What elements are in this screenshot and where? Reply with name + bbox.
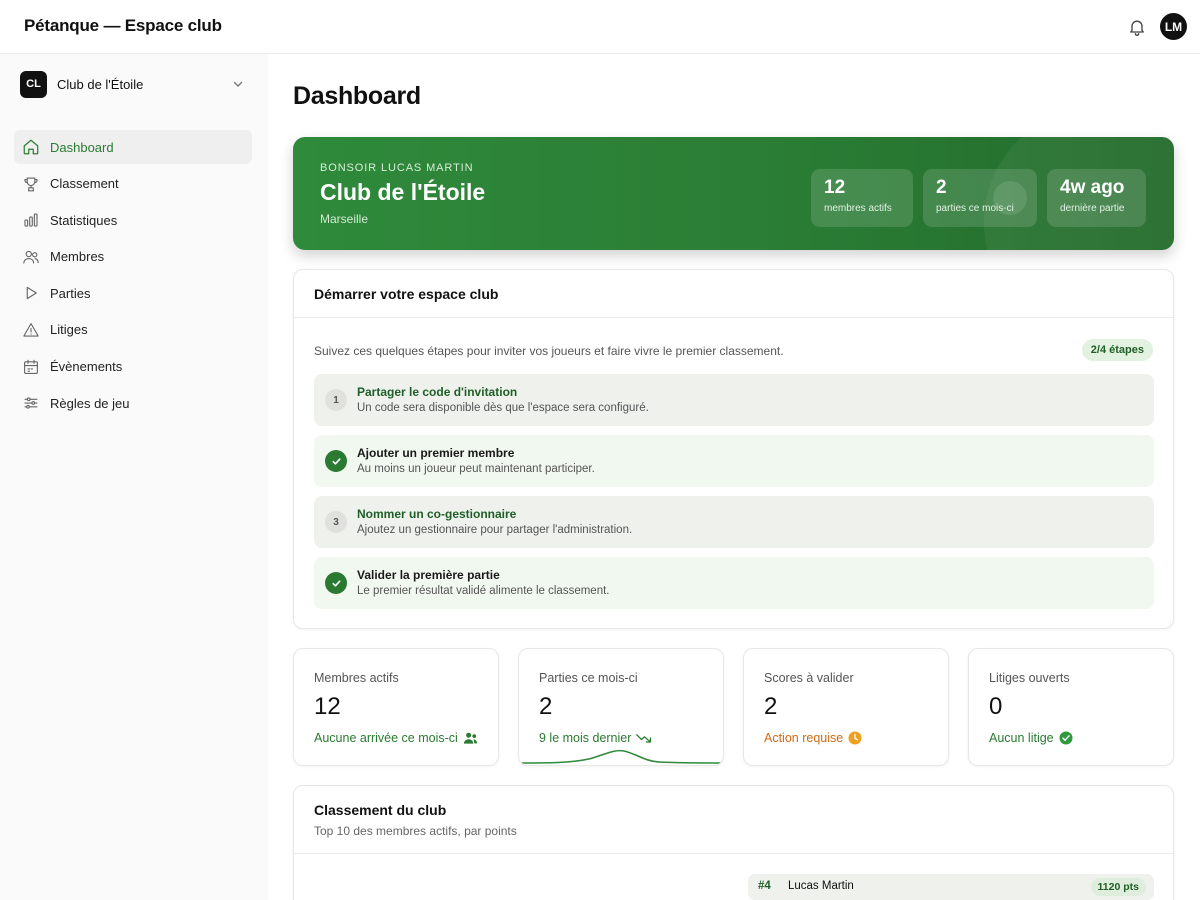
kpi-label: Parties ce mois-ci [539, 671, 638, 685]
games-sparkline [519, 749, 723, 764]
step-number: 1 [325, 389, 347, 411]
kpi-card-scores[interactable]: Scores à valider 2 Action requise [743, 648, 949, 766]
kpi-value: 12 [314, 693, 341, 720]
kpi-card-disputes[interactable]: Litiges ouverts 0 Aucun litige [968, 648, 1174, 766]
setup-step[interactable]: 1 Partager le code d'invitation Un code … [314, 374, 1154, 426]
sidebar-item-label: Statistiques [50, 212, 118, 228]
kpi-card-members[interactable]: Membres actifs 12 Aucune arrivée ce mois… [293, 648, 499, 766]
divider [294, 853, 1173, 854]
kpi-note: Aucun litige [989, 731, 1073, 745]
step-title: Nommer un co-gestionnaire [357, 507, 517, 521]
club-switcher[interactable]: CL Club de l'Étoile [20, 70, 250, 98]
setup-step[interactable]: Ajouter un premier membre Au moins un jo… [314, 435, 1154, 487]
ranking-title: Classement du club [314, 802, 447, 818]
chevron-down-icon [233, 81, 243, 87]
setup-intro: Suivez ces quelques étapes pour inviter … [314, 344, 784, 358]
top-bar: Pétanque — Espace club LM [0, 0, 1200, 54]
step-title: Valider la première partie [357, 568, 500, 582]
hero-city: Marseille [320, 212, 369, 226]
kpi-note-text: Aucun litige [989, 731, 1054, 745]
sidebar-item-label: Règles de jeu [50, 395, 130, 411]
ranking-subtitle: Top 10 des membres actifs, par points [314, 824, 517, 838]
hero-stat-last-game: 4w ago dernière partie [1047, 169, 1146, 227]
warning-icon [23, 323, 39, 337]
kpi-card-games[interactable]: Parties ce mois-ci 2 9 le mois dernier [518, 648, 724, 766]
bar-chart-icon [24, 213, 38, 227]
hero-stat-games: 2 parties ce mois-ci [923, 169, 1037, 227]
kpi-value: 2 [764, 693, 778, 720]
sidebar-item-membres[interactable]: Membres [14, 240, 252, 274]
setup-progress-badge: 2/4 étapes [1081, 339, 1153, 361]
sidebar-item-label: Classement [50, 176, 119, 192]
sidebar-item-classement[interactable]: Classement [14, 167, 252, 201]
sidebar-item-label: Évènements [50, 359, 123, 375]
hero-greeting: BONSOIR LUCAS MARTIN [320, 162, 474, 174]
step-description: Un code sera disponible dès que l'espace… [357, 402, 649, 414]
sidebar-item-statistiques[interactable]: Statistiques [14, 203, 252, 237]
hero-stat-value: 4w ago [1060, 177, 1125, 198]
setup-step[interactable]: Valider la première partie Le premier ré… [314, 557, 1154, 609]
club-badge: CL [20, 70, 47, 98]
clock-icon [848, 731, 862, 745]
step-description: Ajoutez un gestionnaire pour partager l'… [357, 524, 633, 536]
kpi-note-text: Action requise [764, 731, 844, 745]
sidebar-item-label: Parties [50, 285, 91, 301]
page-title: Dashboard [293, 82, 421, 110]
setup-step[interactable]: 3 Nommer un co-gestionnaire Ajoutez un g… [314, 496, 1154, 548]
hero-stat-label: parties ce mois-ci [936, 203, 1014, 214]
user-avatar[interactable]: LM [1160, 13, 1187, 40]
sidebar-item-label: Dashboard [50, 139, 114, 155]
step-number: 3 [325, 511, 347, 533]
sidebar-item-litiges[interactable]: Litiges [14, 313, 252, 347]
sidebar-item-parties[interactable]: Parties [14, 276, 252, 310]
sidebar: CL Club de l'Étoile Dashboard Classement… [0, 54, 268, 900]
hero-stat-members: 12 membres actifs [811, 169, 913, 227]
kpi-value: 2 [539, 693, 553, 720]
hero-club-name: Club de l'Étoile [320, 179, 486, 205]
sliders-icon [24, 397, 38, 409]
hero-stat-label: dernière partie [1060, 203, 1125, 214]
app-title: Pétanque — Espace club [24, 16, 222, 35]
club-ranking-card: Classement du club Top 10 des membres ac… [293, 785, 1174, 900]
home-icon [23, 139, 39, 155]
sidebar-item-label: Litiges [50, 322, 88, 338]
ranking-member-name: Lucas Martin [788, 880, 854, 892]
ranking-position: #4 [758, 880, 771, 892]
kpi-note: Aucune arrivée ce mois-ci [314, 731, 478, 745]
bell-icon[interactable] [1127, 17, 1147, 37]
hero-stat-value: 12 [824, 177, 846, 198]
step-title: Ajouter un premier membre [357, 446, 515, 460]
step-description: Le premier résultat validé alimente le c… [357, 585, 610, 597]
check-icon [325, 450, 347, 472]
setup-card-title: Démarrer votre espace club [314, 286, 499, 302]
sidebar-item-dashboard[interactable]: Dashboard [14, 130, 252, 164]
kpi-note-text: Aucune arrivée ce mois-ci [314, 731, 458, 745]
check-circle-icon [1059, 731, 1073, 745]
sidebar-item-label: Membres [50, 249, 105, 265]
step-title: Partager le code d'invitation [357, 385, 518, 399]
club-hero-banner: BONSOIR LUCAS MARTIN Club de l'Étoile Ma… [293, 137, 1174, 250]
kpi-label: Scores à valider [764, 671, 854, 685]
setup-checklist-card: Démarrer votre espace club Suivez ces qu… [293, 269, 1174, 629]
users-icon [23, 250, 39, 264]
sidebar-nav: Dashboard Classement Statistiques Membre… [14, 130, 252, 423]
ranking-row[interactable]: #4 Lucas Martin 1120 pts [748, 874, 1154, 900]
sidebar-item-evenements[interactable]: Évènements [14, 350, 252, 384]
calendar-icon [24, 359, 38, 374]
users-icon [463, 732, 477, 744]
step-description: Au moins un joueur peut maintenant parti… [357, 463, 595, 475]
hero-stat-value: 2 [936, 177, 947, 198]
kpi-value: 0 [989, 693, 1003, 720]
setup-card-header: Démarrer votre espace club [294, 270, 1173, 318]
hero-stat-label: membres actifs [824, 203, 892, 214]
trophy-icon [24, 177, 38, 191]
kpi-note: Action requise [764, 731, 862, 745]
sidebar-item-regles[interactable]: Règles de jeu [14, 386, 252, 420]
kpi-label: Membres actifs [314, 671, 399, 685]
kpi-label: Litiges ouverts [989, 671, 1070, 685]
club-switcher-name: Club de l'Étoile [57, 76, 144, 92]
check-icon [325, 572, 347, 594]
play-icon [26, 287, 37, 300]
ranking-points-badge: 1120 pts [1090, 878, 1146, 896]
